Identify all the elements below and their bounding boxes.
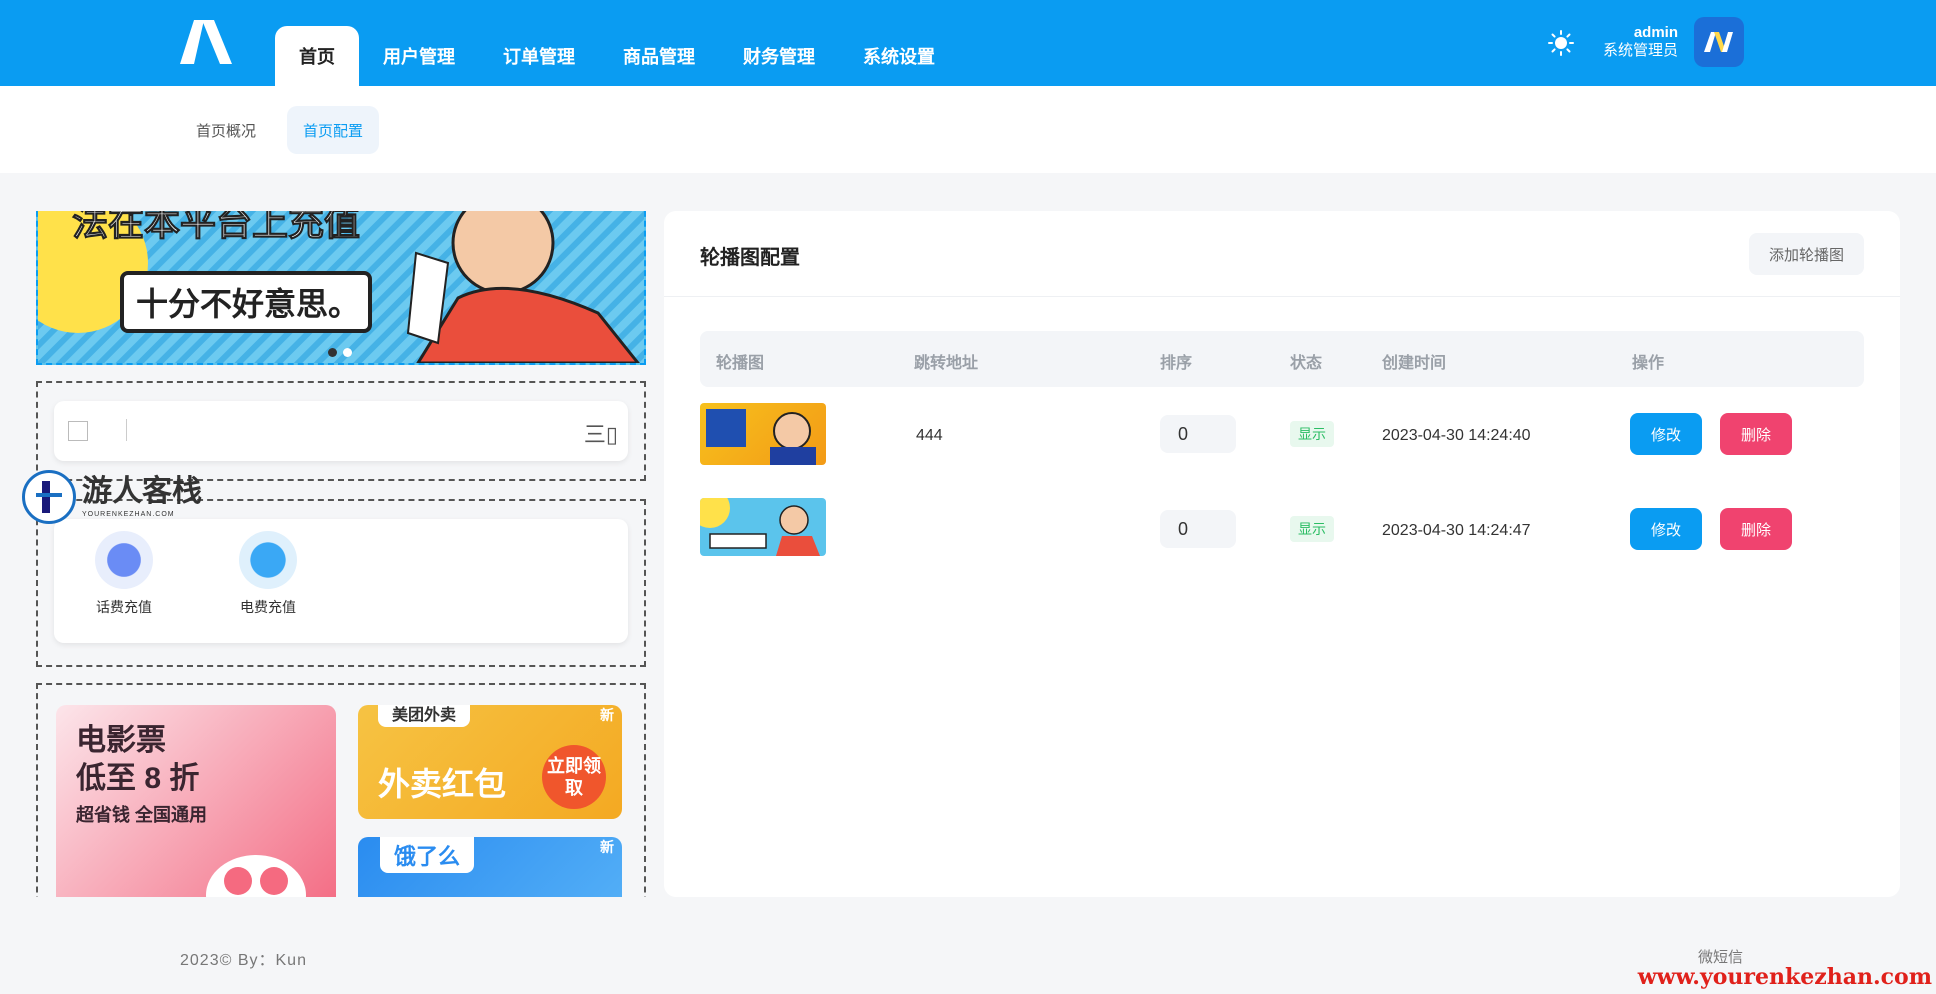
col-created: 创建时间 <box>1382 355 1447 372</box>
icon-tile-electric[interactable]: 电费充值 <box>218 531 318 617</box>
row-created: 2023-04-30 14:24:47 <box>1382 522 1531 539</box>
app-logo[interactable] <box>180 20 236 64</box>
ad-movie-sub: 超省钱 全国通用 <box>76 805 208 825</box>
icon-label: 电费充值 <box>240 599 296 615</box>
row-link: 444 <box>916 427 943 444</box>
watermark-logo: 游人客栈 YOURENKEZHAN.COM <box>22 470 202 524</box>
site-watermark: www.yourenkezhan.com <box>1637 964 1932 990</box>
broken-image-icon <box>68 421 88 441</box>
table-row: 0 显示 2023-04-30 14:24:47 修改 删除 <box>700 482 1864 577</box>
carousel-config-panel: 轮播图配置 添加轮播图 轮播图 跳转地址 排序 状态 创建时间 操作 444 0… <box>664 211 1900 897</box>
col-image: 轮播图 <box>716 355 765 372</box>
ad-eleme[interactable]: 饿了么 新 <box>358 837 622 897</box>
nav-home[interactable]: 首页 <box>275 26 359 86</box>
top-bar: 首页 用户管理 订单管理 商品管理 财务管理 系统设置 admin 系统管理员 <box>0 0 1936 86</box>
nav-finance[interactable]: 财务管理 <box>719 26 839 86</box>
search-module[interactable]: 三▯ <box>36 381 646 481</box>
banner-line2: 十分不好意思。 <box>136 286 361 322</box>
sort-input[interactable]: 0 <box>1160 415 1236 453</box>
delete-button[interactable]: 删除 <box>1720 413 1792 455</box>
ad-food-title: 外卖红包 <box>378 766 507 802</box>
lightning-icon <box>239 531 297 589</box>
nav-products[interactable]: 商品管理 <box>599 26 719 86</box>
table-row: 444 0 显示 2023-04-30 14:24:40 修改 删除 <box>700 387 1864 482</box>
carousel-table: 轮播图 跳转地址 排序 状态 创建时间 操作 444 0 显示 2023-04-… <box>700 331 1864 577</box>
icon-grid-module[interactable]: 话费充值 电费充值 <box>36 499 646 667</box>
ad-food-brand: 美团外卖 <box>378 705 471 727</box>
status-badge: 显示 <box>1290 516 1334 542</box>
subnav-home-config[interactable]: 首页配置 <box>287 106 380 154</box>
ad-movie-discount: 低至 8 折 <box>76 762 200 795</box>
badge-new: 新 <box>600 839 614 855</box>
carousel-thumbnail[interactable] <box>700 403 826 465</box>
footer-copyright: 2023© By：Kun <box>180 952 307 969</box>
row-created: 2023-04-30 14:24:40 <box>1382 427 1531 444</box>
divider <box>126 419 127 441</box>
watermark-sub: YOURENKEZHAN.COM <box>82 510 175 518</box>
ad-food-cta[interactable]: 立即领取 <box>542 745 606 809</box>
sun-icon[interactable] <box>1548 30 1574 56</box>
user-name: admin <box>1633 24 1678 41</box>
ad-module[interactable]: 电影票 低至 8 折 超省钱 全国通用 美团外卖 外卖红包 立即领取 新 饿了么… <box>36 683 646 897</box>
banner-preview[interactable]: 法在本平台上充值 十分不好意思。 <box>36 211 646 365</box>
icon-tile-phone[interactable]: 话费充值 <box>74 531 174 617</box>
nav-orders[interactable]: 订单管理 <box>479 26 599 86</box>
ad-eleme-brand: 饿了么 <box>380 837 475 873</box>
carousel-dot[interactable] <box>328 348 337 357</box>
col-status: 状态 <box>1290 355 1323 372</box>
status-badge: 显示 <box>1290 421 1334 447</box>
nav-settings[interactable]: 系统设置 <box>839 26 959 86</box>
carousel-dot[interactable] <box>343 348 352 357</box>
icon-grid: 话费充值 电费充值 <box>54 519 628 643</box>
avatar[interactable] <box>1694 17 1744 67</box>
icon-label: 话费充值 <box>96 599 152 615</box>
sub-nav: 首页概况 首页配置 <box>0 86 1936 173</box>
table-header: 轮播图 跳转地址 排序 状态 创建时间 操作 <box>700 331 1864 387</box>
carousel-dots <box>328 348 352 357</box>
main-nav: 首页 用户管理 订单管理 商品管理 财务管理 系统设置 <box>275 26 959 86</box>
col-sort: 排序 <box>1160 355 1193 372</box>
mobile-preview: 法在本平台上充值 十分不好意思。 三▯ 话费充值 电费充值 电影票 低至 8 折… <box>36 211 646 897</box>
user-info[interactable]: admin 系统管理员 <box>1603 24 1678 60</box>
menu-icon[interactable]: 三▯ <box>584 417 618 449</box>
delete-button[interactable]: 删除 <box>1720 508 1792 550</box>
subnav-overview[interactable]: 首页概况 <box>180 106 272 154</box>
panel-header: 轮播图配置 添加轮播图 <box>664 211 1900 297</box>
thumbnail-image <box>706 409 816 465</box>
panel-title: 轮播图配置 <box>700 247 800 269</box>
add-carousel-button[interactable]: 添加轮播图 <box>1748 233 1864 275</box>
ad-movie[interactable]: 电影票 低至 8 折 超省钱 全国通用 <box>56 705 336 897</box>
ad-food[interactable]: 美团外卖 外卖红包 立即领取 新 <box>358 705 622 819</box>
avatar-logo-icon <box>1704 32 1733 52</box>
thumbnail-image <box>700 498 820 556</box>
phone-recharge-icon <box>95 531 153 589</box>
watermark-name: 游人客栈 <box>82 473 202 509</box>
nav-users[interactable]: 用户管理 <box>359 26 479 86</box>
col-actions: 操作 <box>1632 355 1665 372</box>
badge-new: 新 <box>600 707 614 723</box>
edit-button[interactable]: 修改 <box>1630 413 1702 455</box>
edit-button[interactable]: 修改 <box>1630 508 1702 550</box>
sort-input[interactable]: 0 <box>1160 510 1236 548</box>
carousel-thumbnail[interactable] <box>700 498 826 556</box>
search-bar[interactable]: 三▯ <box>54 401 628 461</box>
user-role: 系统管理员 <box>1602 42 1678 59</box>
watermark-emblem-icon <box>22 470 76 524</box>
col-link: 跳转地址 <box>914 355 979 372</box>
cat-mascot-icon <box>206 855 306 897</box>
banner-line1: 法在本平台上充值 <box>71 211 361 243</box>
